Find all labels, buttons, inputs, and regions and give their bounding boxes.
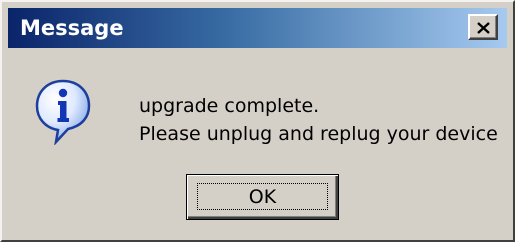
- message-line-1: upgrade complete.: [139, 95, 320, 117]
- ok-button-label: OK: [248, 186, 277, 208]
- message-text: upgrade complete. Please unplug and repl…: [139, 92, 498, 148]
- window-title: Message: [20, 16, 124, 40]
- message-dialog: Message upgrade complete. Please unplug …: [0, 0, 515, 242]
- ok-button[interactable]: OK: [186, 174, 339, 220]
- close-button[interactable]: [468, 14, 498, 40]
- info-icon: [35, 79, 91, 145]
- title-bar[interactable]: Message: [8, 8, 507, 48]
- message-line-2: Please unplug and replug your device: [139, 123, 498, 145]
- close-icon: [477, 22, 490, 34]
